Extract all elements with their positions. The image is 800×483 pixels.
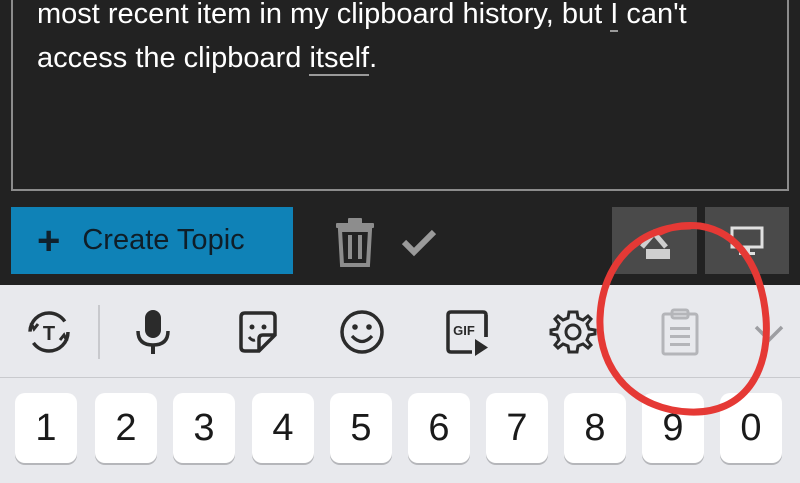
editor-text-segment: access the clipboard <box>37 42 310 74</box>
key-1[interactable]: 1 <box>15 393 77 463</box>
trash-icon <box>336 218 374 267</box>
key-0[interactable]: 0 <box>720 393 782 463</box>
editor-line-1: most recent item in my clipboard history… <box>37 0 777 36</box>
trash-button[interactable] <box>334 217 376 267</box>
key-6[interactable]: 6 <box>408 393 470 463</box>
keyboard: T GIF 1 2 3 4 5 6 7 8 9 0 <box>0 285 800 483</box>
editor-text-segment: . <box>369 42 378 74</box>
check-icon <box>401 229 437 257</box>
clipboard-icon[interactable] <box>655 307 705 357</box>
desktop-icon <box>730 226 764 255</box>
number-row: 1 2 3 4 5 6 7 8 9 0 <box>0 393 800 463</box>
screen: most recent item in my clipboard history… <box>0 0 800 483</box>
sticker-icon[interactable] <box>233 307 283 357</box>
toggle-toolbar-button[interactable] <box>612 207 697 274</box>
settings-icon[interactable] <box>548 307 598 357</box>
check-button[interactable] <box>400 222 438 262</box>
key-9[interactable]: 9 <box>642 393 704 463</box>
translate-icon[interactable]: T <box>24 307 74 357</box>
gif-label: GIF <box>453 323 475 338</box>
chevron-up-icon <box>640 229 670 259</box>
key-3[interactable]: 3 <box>173 393 235 463</box>
keyboard-toolbar: T GIF <box>0 285 800 377</box>
create-topic-button[interactable]: + Create Topic <box>11 207 293 274</box>
collapse-chevron-icon[interactable] <box>744 307 794 357</box>
preview-button[interactable] <box>705 207 789 274</box>
editor-text: most recent item in my clipboard history… <box>37 0 777 80</box>
composer-editor[interactable]: most recent item in my clipboard history… <box>11 0 789 191</box>
create-topic-label: Create Topic <box>82 224 245 256</box>
editor-text-segment: can't <box>618 0 687 30</box>
toolbar-separator <box>98 305 100 359</box>
editor-line-2: access the clipboard itself. <box>37 36 777 80</box>
key-5[interactable]: 5 <box>330 393 392 463</box>
spellcheck-word[interactable]: itself <box>309 42 370 76</box>
key-2[interactable]: 2 <box>95 393 157 463</box>
plus-icon: + <box>37 218 61 263</box>
key-8[interactable]: 8 <box>564 393 626 463</box>
key-4[interactable]: 4 <box>252 393 314 463</box>
keyboard-divider <box>0 377 800 378</box>
gif-icon[interactable]: GIF <box>442 307 492 357</box>
microphone-icon[interactable] <box>128 307 178 357</box>
svg-text:T: T <box>43 323 55 345</box>
emoji-icon[interactable] <box>337 307 387 357</box>
key-7[interactable]: 7 <box>486 393 548 463</box>
editor-text-segment: most recent item in my clipboard history… <box>37 0 611 30</box>
